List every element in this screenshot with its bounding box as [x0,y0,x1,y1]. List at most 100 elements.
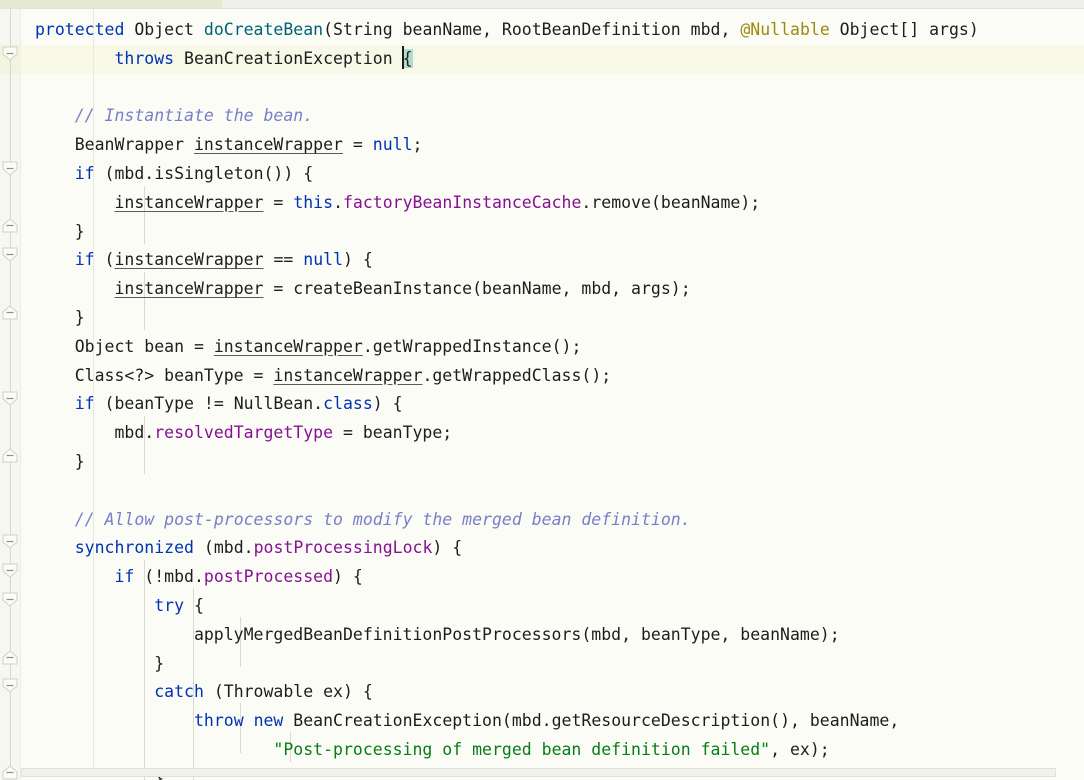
code-token-keyword: new [253,711,284,731]
matched-brace-highlight: { [401,45,413,69]
code-content-area[interactable]: protected Object doCreateBean(String bea… [21,9,1084,780]
fold-marker-icon[interactable] [2,247,19,262]
code-token-text: mbd. [35,423,155,443]
code-token-keyword: class [323,394,373,414]
code-line[interactable]: throw new BeanCreationException(mbd.getR… [21,707,899,736]
fold-marker-icon[interactable] [2,592,19,607]
code-token-comment: // Instantiate the bean. [74,106,314,126]
fold-marker-icon[interactable] [2,161,19,176]
code-token-text: = createBeanInstance(beanName, mbd, args… [263,279,691,299]
code-token-text: { [184,596,204,615]
fold-marker-icon[interactable] [2,534,19,549]
code-token-text: Class<?> beanType = [35,365,274,385]
code-line[interactable] [21,74,35,103]
code-token-keyword: this [293,192,334,212]
code-line[interactable]: } [21,218,85,247]
code-token-string: "Post-processing of merged bean definiti… [273,740,771,759]
code-token-variable: instanceWrapper [114,192,264,212]
code-token-text: ; [412,135,423,155]
fold-marker-icon[interactable] [2,765,19,780]
code-token-keyword: try [154,596,185,615]
code-token-variable: instanceWrapper [114,279,264,299]
code-editor[interactable]: protected Object doCreateBean(String bea… [0,9,1084,780]
code-line[interactable]: } [21,650,164,679]
code-line[interactable]: mbd.resolvedTargetType = beanType; [21,419,452,448]
fold-marker-icon[interactable] [2,218,19,233]
fold-marker-icon[interactable] [2,391,19,406]
fold-marker-icon[interactable] [2,563,19,578]
code-line[interactable]: instanceWrapper = createBeanInstance(bea… [21,275,691,304]
code-line[interactable]: synchronized (mbd.postProcessingLock) { [21,534,462,563]
code-token-text: = [263,192,294,212]
code-token-text: Object bean = [35,336,214,356]
code-line[interactable]: protected Object doCreateBean(String bea… [21,16,979,45]
code-token-keyword: if [114,567,135,587]
code-line[interactable]: try { [21,592,204,621]
code-line[interactable]: if (instanceWrapper == null) { [21,246,373,275]
code-token-field: resolvedTargetType [154,423,334,443]
fold-marker-icon[interactable] [2,305,19,320]
code-line[interactable]: } [21,304,85,333]
fold-marker-icon[interactable] [2,678,19,693]
code-token-variable: instanceWrapper [273,365,423,385]
editor-tab-bar [0,0,1084,9]
code-token-text: } [35,452,85,471]
code-token-text: .getWrappedInstance(); [362,336,582,356]
code-token-text: == [263,250,304,270]
code-line[interactable]: instanceWrapper = this.factoryBeanInstan… [21,189,760,218]
horizontal-scrollbar-thumb[interactable] [21,768,1056,777]
code-token-text: (mbd. [193,538,254,558]
code-line[interactable]: // Allow post-processors to modify the m… [21,506,691,535]
code-token-text: ( [94,250,115,270]
fold-marker-icon[interactable] [2,46,19,61]
code-token-text: .remove(beanName); [581,192,761,212]
code-line[interactable]: Class<?> beanType = instanceWrapper.getW… [21,362,611,391]
code-token-keyword: null [303,250,344,270]
code-token-text: = beanType; [333,423,453,443]
code-line[interactable]: } [21,448,85,477]
code-token-keyword: throws [114,48,175,68]
code-token-text: (Throwable ex) { [203,682,373,702]
code-token-keyword: protected [35,20,125,39]
code-token-text: , ex); [770,740,830,759]
code-token-text: (String beanName, RootBeanDefinition mbd… [323,20,741,39]
active-tab-indicator[interactable] [0,0,222,8]
code-token-keyword: if [74,250,95,270]
code-line[interactable]: catch (Throwable ex) { [21,678,373,707]
folding-gutter[interactable] [0,9,21,780]
code-line[interactable]: // Instantiate the bean. [21,102,313,131]
code-token-keyword: catch [154,682,204,702]
code-token-field: postProcessingLock [253,538,433,558]
code-line[interactable]: BeanWrapper instanceWrapper = null; [21,131,423,160]
code-token-method: doCreateBean [203,20,324,39]
code-token-text: BeanCreationException [174,48,403,68]
code-line[interactable]: if (beanType != NullBean.class) { [21,390,403,419]
code-line[interactable]: if (mbd.isSingleton()) { [21,160,313,189]
fold-marker-icon[interactable] [2,650,19,665]
code-line[interactable]: Object bean = instanceWrapper.getWrapped… [21,333,582,362]
code-line[interactable] [21,477,35,506]
code-token-text: ) { [432,538,463,558]
code-line[interactable]: if (!mbd.postProcessed) { [21,563,362,592]
code-token-variable: instanceWrapper [114,250,264,270]
code-token-variable: instanceWrapper [213,336,363,356]
code-line[interactable]: applyMergedBeanDefinitionPostProcessors(… [21,621,840,650]
code-token-text: . [333,192,343,212]
code-token-text: (beanType != NullBean. [94,394,324,414]
code-line[interactable]: throws BeanCreationException { [21,45,413,74]
code-token-field: factoryBeanInstanceCache [343,192,582,212]
code-token-text: BeanCreationException(mbd.getResourceDes… [283,711,900,731]
fold-marker-icon[interactable] [2,448,19,463]
code-token-text: BeanWrapper [35,135,194,155]
code-line[interactable]: "Post-processing of merged bean definiti… [21,736,830,765]
code-token-text: Object [134,20,194,39]
